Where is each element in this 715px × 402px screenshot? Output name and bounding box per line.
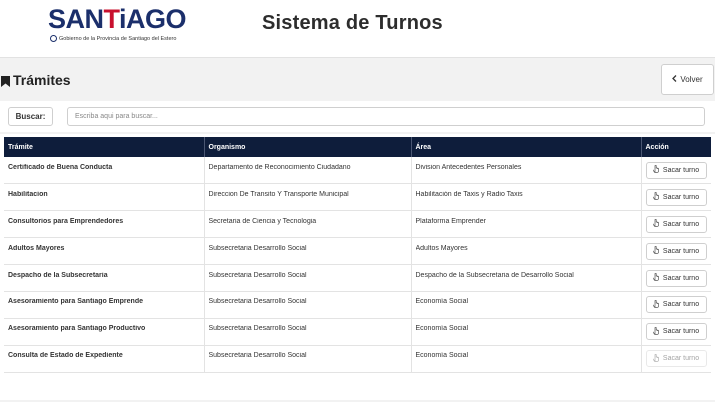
hand-pointer-icon xyxy=(652,326,660,337)
table-row: Adultos Mayores Subsecretaria Desarrollo … xyxy=(4,237,711,266)
cell-organismo: Subsecretaria Desarrollo Social xyxy=(204,264,412,292)
page-title-text: Trámites xyxy=(13,72,71,88)
table-row: Despacho de la Subsecretaria Subsecretari… xyxy=(4,264,711,292)
table-row: Habilitacion Direccion De Transito Y Tran… xyxy=(4,183,711,212)
cell-accion: Sacar turno xyxy=(641,183,711,212)
sacar-turno-label: Sacar turno xyxy=(662,328,700,336)
column-header-tramite[interactable]: Trámite xyxy=(4,137,205,157)
chevron-left-icon xyxy=(672,75,677,84)
column-header-area[interactable]: Área xyxy=(411,137,642,157)
cell-organismo: Departamento de Reconocimiento Ciudadano xyxy=(204,157,412,185)
cell-organismo: Subsecretaria Desarrollo Social xyxy=(204,237,412,266)
table-row: Consultorios para Emprendedores Secretari… xyxy=(4,210,711,239)
cell-accion: Sacar turno xyxy=(641,264,711,292)
cell-area: Despacho de la Subsecretaria de Desarrol… xyxy=(411,264,642,292)
cell-tramite: Consulta de Estado de Expediente xyxy=(4,345,205,373)
sacar-turno-label: Sacar turno xyxy=(662,355,700,363)
santiago-logo[interactable]: SANTiAGO Gobierno de la Provincia de San… xyxy=(48,4,188,48)
cell-organismo: Subsecretaria Desarrollo Social xyxy=(204,318,412,346)
search-bar: Buscar: Escriba aqui para buscar... xyxy=(0,101,715,132)
cell-tramite: Certificado de Buena Conducta xyxy=(4,157,205,185)
logo-wordmark: SANTiAGO xyxy=(48,4,187,34)
cell-area: Adultos Mayores xyxy=(411,237,642,266)
search-input[interactable]: Escriba aqui para buscar... xyxy=(67,107,705,126)
cell-tramite: Despacho de la Subsecretaria xyxy=(4,264,205,292)
tramites-table-panel: Trámite Organismo Área Acción Certificad… xyxy=(0,134,715,400)
hand-pointer-icon xyxy=(652,272,660,283)
back-button[interactable]: Volver xyxy=(661,64,714,95)
page-title: Trámites xyxy=(1,72,71,90)
cell-tramite: Adultos Mayores xyxy=(4,237,205,266)
sacar-turno-label: Sacar turno xyxy=(662,166,700,174)
sacar-turno-label: Sacar turno xyxy=(662,220,700,228)
cell-area: Plataforma Emprender xyxy=(411,210,642,239)
sacar-turno-label: Sacar turno xyxy=(662,274,700,282)
tramites-table: Trámite Organismo Área Acción Certificad… xyxy=(4,137,711,373)
cell-accion: Sacar turno xyxy=(641,237,711,266)
cell-organismo: Direccion De Transito Y Transporte Munic… xyxy=(204,183,412,212)
hand-pointer-icon xyxy=(652,192,660,202)
cell-area: Division Antecedentes Personales xyxy=(411,157,642,185)
sacar-turno-button[interactable]: Sacar turno xyxy=(645,161,707,179)
sacar-turno-button[interactable]: Sacar turno xyxy=(645,296,707,314)
seal-icon xyxy=(50,35,57,42)
cell-tramite: Asesoramiento para Santiago Emprende xyxy=(4,291,205,319)
column-header-organismo[interactable]: Organismo xyxy=(204,137,412,157)
bookmark-icon xyxy=(1,74,10,90)
sacar-turno-button[interactable]: Sacar turno xyxy=(645,269,707,287)
hand-pointer-icon xyxy=(652,299,660,310)
section-header: Trámites Volver xyxy=(0,60,715,100)
hand-pointer-icon xyxy=(652,165,660,175)
logo-subtitle: Gobierno de la Provincia de Santiago del… xyxy=(59,35,177,42)
cell-area: Habilitación de Taxis y Radio Taxis xyxy=(411,183,642,212)
cell-area: Economía Social xyxy=(411,318,642,346)
sacar-turno-label: Sacar turno xyxy=(662,247,700,255)
sacar-turno-button[interactable]: Sacar turno xyxy=(645,188,707,206)
cell-accion: Sacar turno xyxy=(641,157,711,185)
cell-area: Economía Social xyxy=(411,345,642,373)
cell-tramite: Habilitacion xyxy=(4,183,205,212)
cell-accion: Sacar turno xyxy=(641,318,711,346)
table-row: Asesoramiento para Santiago Productivo Su… xyxy=(4,318,711,346)
cell-organismo: Subsecretaria Desarrollo Social xyxy=(204,345,412,373)
back-button-label: Volver xyxy=(680,75,703,84)
sacar-turno-button[interactable]: Sacar turno xyxy=(645,242,707,260)
cell-tramite: Consultorios para Emprendedores xyxy=(4,210,205,239)
sacar-turno-label: Sacar turno xyxy=(662,193,700,201)
cell-organismo: Secretaria de Ciencia y Tecnologia xyxy=(204,210,412,239)
hand-pointer-icon xyxy=(652,245,660,256)
hand-pointer-icon xyxy=(652,219,660,229)
table-row: Asesoramiento para Santiago Emprende Subs… xyxy=(4,291,711,319)
cell-accion: Sacar turno xyxy=(641,345,711,373)
sacar-turno-label: Sacar turno xyxy=(662,301,700,309)
hand-pointer-icon xyxy=(652,353,660,364)
table-header-row: Trámite Organismo Área Acción xyxy=(4,137,711,157)
cell-tramite: Asesoramiento para Santiago Productivo xyxy=(4,318,205,346)
sacar-turno-button[interactable]: Sacar turno xyxy=(645,323,707,341)
cell-area: Economía Social xyxy=(411,291,642,319)
search-label: Buscar: xyxy=(8,107,53,126)
column-header-accion: Acción xyxy=(641,137,711,157)
sacar-turno-button[interactable]: Sacar turno xyxy=(645,215,707,233)
app-header: SANTiAGO Gobierno de la Provincia de San… xyxy=(0,0,715,58)
cell-accion: Sacar turno xyxy=(641,291,711,319)
table-row: Consulta de Estado de Expediente Subsecre… xyxy=(4,345,711,373)
cell-accion: Sacar turno xyxy=(641,210,711,239)
app-title: Sistema de Turnos xyxy=(262,12,443,34)
cell-organismo: Subsecretaria Desarrollo Social xyxy=(204,291,412,319)
sacar-turno-button[interactable]: Sacar turno xyxy=(645,350,707,368)
table-row: Certificado de Buena Conducta Departament… xyxy=(4,157,711,185)
